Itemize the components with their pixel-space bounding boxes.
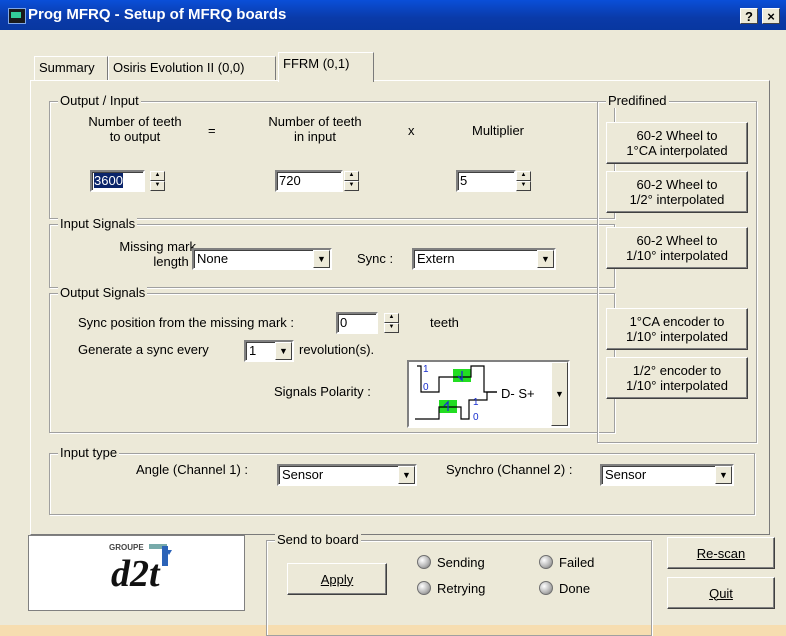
sync-position-input[interactable]: 0 — [336, 312, 378, 334]
input-signals-legend: Input Signals — [58, 216, 138, 231]
app-icon[interactable] — [8, 8, 26, 24]
chevron-down-icon[interactable]: ▼ — [537, 250, 554, 268]
apply-button[interactable]: Apply — [287, 563, 387, 595]
input-signals-group: Input Signals Missing mark length : None… — [49, 216, 615, 288]
preset-1ca-encoder-button[interactable]: 1°CA encoder to 1/10° interpolated — [606, 308, 748, 350]
predefined-legend: Predifined — [606, 93, 669, 108]
output-signals-legend: Output Signals — [58, 285, 148, 300]
revolutions-select[interactable]: 1 ▼ — [244, 340, 294, 362]
polarity-mark-zero-b: 0 — [473, 412, 479, 423]
chevron-down-icon[interactable]: ▼ — [313, 250, 330, 268]
teeth-input-label: Number of teeth in input — [268, 114, 362, 144]
teeth-output-label: Number of teeth to output — [88, 114, 182, 144]
input-type-legend: Input type — [58, 445, 120, 460]
chevron-down-icon[interactable]: ▼ — [715, 466, 732, 484]
d2t-logo: GROUPE d2t — [28, 535, 245, 611]
logo-groupe-text: GROUPE — [109, 543, 144, 552]
tab-panel: Output / Input Number of teeth to output… — [30, 80, 770, 535]
angle-label: Angle (Channel 1) : — [136, 462, 249, 477]
polarity-label: Signals Polarity : — [274, 384, 371, 399]
sending-indicator-icon — [417, 555, 431, 569]
synchro-label: Synchro (Channel 2) : — [446, 462, 573, 477]
polarity-mark-one-a: 1 — [423, 364, 429, 375]
missing-mark-label: Missing mark length : — [119, 239, 196, 269]
quit-button[interactable]: Quit — [667, 577, 775, 609]
d2t-logo-image: GROUPE d2t — [109, 543, 172, 595]
equals-sign: = — [208, 123, 216, 138]
predefined-group: Predifined 60-2 Wheel to 1°CA interpolat… — [597, 93, 757, 443]
preset-60-2-half-button[interactable]: 60-2 Wheel to 1/2° interpolated — [606, 171, 748, 213]
window-title: Prog MFRQ - Setup of MFRQ boards — [28, 6, 287, 23]
title-bar: Prog MFRQ - Setup of MFRQ boards ? × — [0, 0, 786, 30]
done-indicator-icon — [539, 581, 553, 595]
preset-60-2-1ca-button[interactable]: 60-2 Wheel to 1°CA interpolated — [606, 122, 748, 164]
send-legend: Send to board — [275, 532, 361, 547]
chevron-down-icon[interactable]: ▼ — [398, 466, 415, 484]
chevron-down-icon[interactable]: ▼ — [275, 342, 292, 360]
generate-sync-label: Generate a sync every — [78, 342, 209, 357]
sync-position-spinner[interactable]: ▲ ▼ — [384, 313, 399, 333]
polarity-mark-one-b: 1 — [473, 397, 479, 408]
missing-mark-select[interactable]: None ▼ — [192, 248, 332, 270]
times-sign: x — [408, 123, 415, 138]
output-input-legend: Output / Input — [58, 93, 141, 108]
polarity-mark-zero-a: 0 — [423, 382, 429, 393]
preset-half-encoder-button[interactable]: 1/2° encoder to 1/10° interpolated — [606, 357, 748, 399]
teeth-input-spinner[interactable]: ▲ ▼ — [344, 171, 359, 191]
help-button[interactable]: ? — [740, 8, 758, 24]
sync-position-label: Sync position from the missing mark : — [78, 315, 295, 330]
failed-label: Failed — [559, 555, 595, 570]
polarity-waveform-icon: 1 0 1 0 — [415, 364, 497, 423]
close-button[interactable]: × — [762, 8, 780, 24]
polarity-select[interactable]: 1 0 1 0 D- S+ ▼ — [407, 360, 570, 428]
input-type-group: Input type Angle (Channel 1) : Sensor ▼ S… — [49, 445, 755, 515]
output-input-group: Output / Input Number of teeth to output… — [49, 93, 615, 219]
logo-mark-text: d2t — [111, 553, 161, 595]
retrying-indicator-icon — [417, 581, 431, 595]
failed-indicator-icon — [539, 555, 553, 569]
multiplier-label: Multiplier — [471, 123, 524, 138]
send-to-board-group: Send to board Apply Sending Retrying Fai… — [266, 532, 652, 636]
teeth-output-input[interactable]: 3600 — [90, 170, 145, 192]
multiplier-spinner[interactable]: ▲ ▼ — [516, 171, 531, 191]
chevron-down-icon[interactable]: ▼ — [551, 362, 568, 426]
tab-summary[interactable]: Summary — [34, 56, 108, 80]
revolutions-label: revolution(s). — [299, 342, 375, 357]
sync-select[interactable]: Extern ▼ — [412, 248, 556, 270]
output-signals-group: Output Signals Sync position from the mi… — [49, 285, 615, 433]
angle-select[interactable]: Sensor ▼ — [277, 464, 417, 486]
teeth-input-input[interactable]: 720 — [275, 170, 343, 192]
teeth-output-spinner[interactable]: ▲ ▼ — [150, 171, 165, 191]
app-window: Prog MFRQ - Setup of MFRQ boards ? × Sum… — [0, 0, 786, 636]
tab-ffrm[interactable]: FFRM (0,1) — [278, 52, 374, 82]
multiplier-input[interactable]: 5 — [456, 170, 516, 192]
done-label: Done — [559, 581, 591, 596]
tab-osiris-evolution[interactable]: Osiris Evolution II (0,0) — [108, 56, 276, 80]
preset-60-2-tenth-button[interactable]: 60-2 Wheel to 1/10° interpolated — [606, 227, 748, 269]
sending-label: Sending — [437, 555, 485, 570]
teeth-unit-label: teeth — [430, 315, 459, 330]
client-area: Summary Osiris Evolution II (0,0) FFRM (… — [0, 30, 786, 636]
rescan-button[interactable]: Re-scan — [667, 537, 775, 569]
synchro-select[interactable]: Sensor ▼ — [600, 464, 734, 486]
polarity-value: D- S+ — [501, 386, 535, 401]
sync-label: Sync : — [357, 251, 394, 266]
retrying-label: Retrying — [437, 581, 486, 596]
